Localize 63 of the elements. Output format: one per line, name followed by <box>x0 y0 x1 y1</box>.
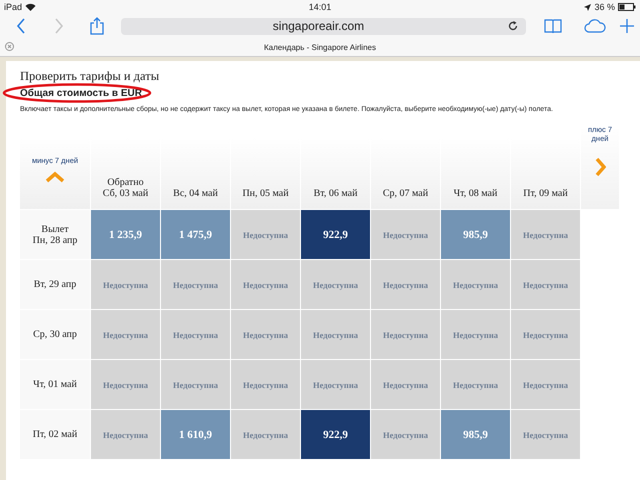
departure-date: Вт, 29 апр <box>34 279 76 290</box>
device-name: iPad <box>4 2 22 12</box>
fare-cell: Недоступна <box>231 310 300 359</box>
fare-cell: Недоступна <box>511 410 580 459</box>
battery-percent: 36 % <box>594 2 615 12</box>
tab-title[interactable]: Календарь - Singapore Airlines <box>264 42 376 52</box>
cloud-icon[interactable] <box>584 19 606 33</box>
fare-cell: Недоступна <box>231 260 300 309</box>
fare-cell: Недоступна <box>441 310 510 359</box>
fare-cell: Недоступна <box>161 310 230 359</box>
plus-icon[interactable] <box>620 19 634 33</box>
departure-date: Чт, 01 май <box>33 379 77 390</box>
fare-cell: Недоступна <box>511 210 580 259</box>
location-arrow-icon <box>584 4 592 10</box>
close-icon[interactable] <box>5 42 14 51</box>
total-cost-heading: Общая стоимость в EUR <box>20 88 143 99</box>
book-icon[interactable] <box>544 19 562 33</box>
departure-date: Ср, 30 апр <box>33 329 77 340</box>
fare-cell: Недоступна <box>231 210 300 259</box>
fare-cell: Недоступна <box>371 360 440 409</box>
fare-cell: Недоступна <box>161 260 230 309</box>
fare-cell: Недоступна <box>91 310 160 359</box>
wifi-icon <box>25 3 36 11</box>
departure-date: Пт, 02 май <box>32 429 78 440</box>
fare-cell[interactable]: 922,9 <box>301 210 370 259</box>
chevron-up-icon[interactable] <box>45 171 65 183</box>
fare-cell: Недоступна <box>371 210 440 259</box>
fare-cell: Недоступна <box>91 360 160 409</box>
return-date: Чт, 08 май <box>454 188 498 199</box>
page-heading: Проверить тарифы и даты <box>20 69 160 84</box>
fare-cell: Недоступна <box>231 360 300 409</box>
fare-cell: Недоступна <box>91 260 160 309</box>
return-date: Ср, 07 май <box>382 188 428 199</box>
return-date: Пт, 09 май <box>523 188 568 199</box>
fare-cell: Недоступна <box>301 360 370 409</box>
departure-date: Пн, 28 апр <box>32 234 78 246</box>
fare-cell: Недоступна <box>91 410 160 459</box>
address-bar[interactable]: singaporeair.com <box>121 18 526 34</box>
chevron-right-icon[interactable] <box>594 157 606 177</box>
fare-cell: Недоступна <box>371 410 440 459</box>
return-date: Сб, 03 май <box>102 188 148 199</box>
back-icon[interactable] <box>16 18 26 34</box>
fare-cell: Недоступна <box>371 260 440 309</box>
fare-cell: Недоступна <box>231 410 300 459</box>
reload-icon[interactable] <box>508 21 518 31</box>
return-label: Обратно <box>107 177 144 188</box>
fare-cell: Недоступна <box>441 260 510 309</box>
fare-cell: Недоступна <box>161 360 230 409</box>
fare-cell: Недоступна <box>511 260 580 309</box>
fare-cell: Недоступна <box>301 310 370 359</box>
return-date: Пн, 05 май <box>242 188 289 199</box>
departure-label: Вылет <box>41 224 69 234</box>
battery-icon <box>618 3 636 11</box>
fare-cell: Недоступна <box>511 360 580 409</box>
fare-cell: Недоступна <box>441 360 510 409</box>
fare-cell: Недоступна <box>511 310 580 359</box>
return-date: Вс, 04 май <box>173 188 218 199</box>
fare-cell[interactable]: 922,9 <box>301 410 370 459</box>
fare-cell: Недоступна <box>301 260 370 309</box>
fare-cell: Недоступна <box>371 310 440 359</box>
clock-time: 14:01 <box>308 2 332 12</box>
return-date: Вт, 06 май <box>314 188 358 199</box>
share-icon[interactable] <box>90 17 104 35</box>
